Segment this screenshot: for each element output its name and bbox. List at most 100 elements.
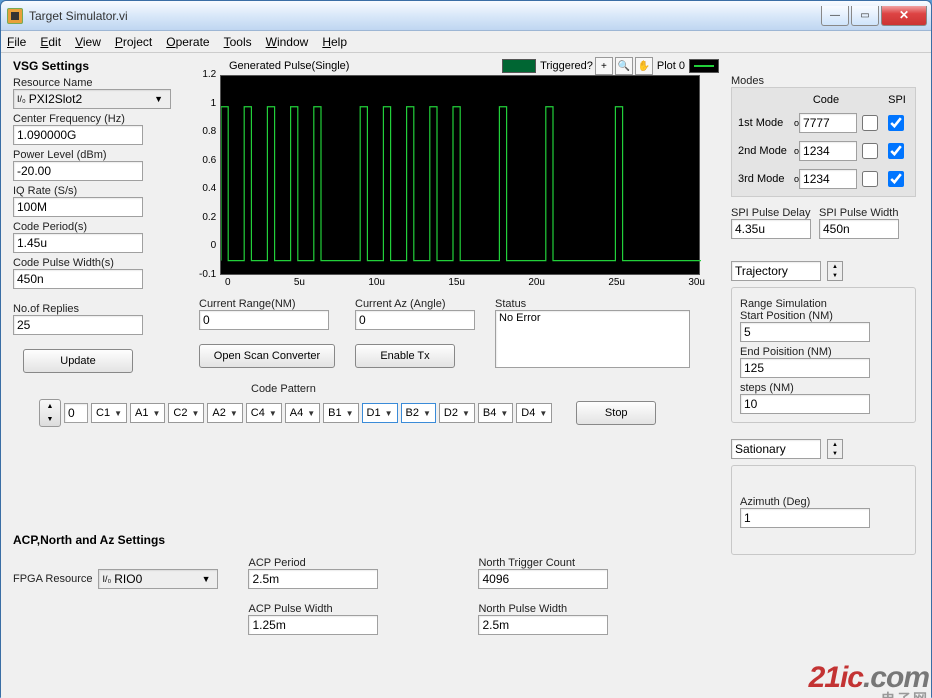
pattern-index-spinner[interactable]: ▲▼ bbox=[39, 399, 61, 427]
replies-label: No.of Replies bbox=[13, 303, 188, 315]
pattern-b1[interactable]: B1▼ bbox=[323, 403, 358, 423]
pattern-a4[interactable]: A4▼ bbox=[285, 403, 320, 423]
open-scan-converter-button[interactable]: Open Scan Converter bbox=[199, 344, 335, 368]
mode1-chk1[interactable] bbox=[862, 115, 878, 131]
pattern-b4[interactable]: B4▼ bbox=[478, 403, 513, 423]
power-level-input[interactable] bbox=[13, 161, 143, 181]
menu-file[interactable]: File bbox=[7, 35, 26, 49]
current-az-label: Current Az (Angle) bbox=[355, 298, 475, 310]
status-box: No Error bbox=[495, 310, 690, 368]
acp-period-input[interactable] bbox=[248, 569, 378, 589]
mode2-chk2[interactable] bbox=[888, 143, 904, 159]
crosshair-icon[interactable]: + bbox=[595, 57, 613, 75]
fpga-label: FPGA Resource bbox=[13, 573, 92, 585]
fpga-resource-combo[interactable]: I/₀ RIO0 ▼ bbox=[98, 569, 218, 589]
pattern-d1[interactable]: D1▼ bbox=[362, 403, 398, 423]
pattern-d4[interactable]: D4▼ bbox=[516, 403, 552, 423]
code-header: Code bbox=[794, 94, 858, 106]
menu-view[interactable]: View bbox=[75, 35, 101, 49]
mode3-code-input[interactable] bbox=[799, 169, 857, 189]
replies-input[interactable] bbox=[13, 315, 143, 335]
center-freq-input[interactable] bbox=[13, 125, 143, 145]
plot-label: Plot 0 bbox=[657, 60, 685, 72]
start-pos-input[interactable] bbox=[740, 322, 870, 342]
stop-button[interactable]: Stop bbox=[576, 401, 656, 425]
current-az-input[interactable] bbox=[355, 310, 475, 330]
pattern-c4[interactable]: C4▼ bbox=[246, 403, 282, 423]
resource-name-value: PXI2Slot2 bbox=[29, 92, 82, 106]
code-pulse-width-label: Code Pulse Width(s) bbox=[13, 257, 188, 269]
maximize-button[interactable]: ▭ bbox=[851, 6, 879, 26]
chevron-down-icon: ▼ bbox=[198, 574, 215, 584]
pattern-c1[interactable]: C1▼ bbox=[91, 403, 127, 423]
iq-rate-input[interactable] bbox=[13, 197, 143, 217]
pattern-index-input[interactable] bbox=[64, 403, 88, 423]
status-label: Status bbox=[495, 298, 690, 310]
pattern-a1[interactable]: A1▼ bbox=[130, 403, 165, 423]
acp-title: ACP,North and Az Settings bbox=[13, 533, 713, 547]
menu-operate[interactable]: Operate bbox=[166, 35, 209, 49]
steps-input[interactable] bbox=[740, 394, 870, 414]
graph-title: Generated Pulse(Single) bbox=[229, 60, 349, 72]
pattern-c2[interactable]: C2▼ bbox=[168, 403, 204, 423]
menu-help[interactable]: Help bbox=[322, 35, 347, 49]
enable-tx-button[interactable]: Enable Tx bbox=[355, 344, 455, 368]
mode2-chk1[interactable] bbox=[862, 143, 878, 159]
steps-label: steps (NM) bbox=[740, 382, 907, 394]
triggered-led bbox=[502, 59, 536, 73]
azimuth-input[interactable] bbox=[740, 508, 870, 528]
pattern-a2[interactable]: A2▼ bbox=[207, 403, 242, 423]
waveform-graph[interactable] bbox=[220, 75, 700, 275]
close-button[interactable]: ✕ bbox=[881, 6, 927, 26]
code-pulse-width-input[interactable] bbox=[13, 269, 143, 289]
trajectory-spinner[interactable]: ▲▼ bbox=[827, 261, 843, 281]
mode2-code-input[interactable] bbox=[799, 141, 857, 161]
spi-delay-input[interactable] bbox=[731, 219, 811, 239]
minimize-button[interactable]: — bbox=[821, 6, 849, 26]
resource-name-label: Resource Name bbox=[13, 77, 188, 89]
waveform-plot bbox=[221, 76, 701, 276]
update-button[interactable]: Update bbox=[23, 349, 133, 373]
menu-project[interactable]: Project bbox=[115, 35, 152, 49]
pattern-b2[interactable]: B2▼ bbox=[401, 403, 436, 423]
stationary-spinner[interactable]: ▲▼ bbox=[827, 439, 843, 459]
vsg-title: VSG Settings bbox=[13, 59, 188, 73]
north-pw-label: North Pulse Width bbox=[478, 603, 608, 615]
zoom-icon[interactable]: 🔍 bbox=[615, 57, 633, 75]
io-icon: I/₀ bbox=[102, 574, 111, 584]
hand-icon[interactable]: ✋ bbox=[635, 57, 653, 75]
code-period-label: Code Period(s) bbox=[13, 221, 188, 233]
resource-name-combo[interactable]: I/₀ PXI2Slot2 ▼ bbox=[13, 89, 171, 109]
mode3-chk2[interactable] bbox=[888, 171, 904, 187]
end-pos-input[interactable] bbox=[740, 358, 870, 378]
mode3-chk1[interactable] bbox=[862, 171, 878, 187]
menu-edit[interactable]: Edit bbox=[40, 35, 61, 49]
start-pos-label: Start Position (NM) bbox=[740, 310, 907, 322]
current-range-input[interactable] bbox=[199, 310, 329, 330]
modes-grid: CodeSPI 1st Mode o 2nd Mode o 3rd Mode o bbox=[731, 87, 916, 197]
menubar: File Edit View Project Operate Tools Win… bbox=[1, 31, 931, 53]
plot-legend-swatch[interactable] bbox=[689, 59, 719, 73]
north-pw-input[interactable] bbox=[478, 615, 608, 635]
north-trig-input[interactable] bbox=[478, 569, 608, 589]
end-pos-label: End Poisition (NM) bbox=[740, 346, 907, 358]
stationary-fieldset: Azimuth (Deg) bbox=[731, 465, 916, 555]
menu-tools[interactable]: Tools bbox=[224, 35, 252, 49]
mode1-label: 1st Mode bbox=[738, 117, 794, 129]
mode1-code-input[interactable] bbox=[799, 113, 857, 133]
watermark: 21ic.com电子网 bbox=[809, 661, 929, 698]
acp-pw-input[interactable] bbox=[248, 615, 378, 635]
spi-width-label: SPI Pulse Width bbox=[819, 207, 899, 219]
pattern-d2[interactable]: D2▼ bbox=[439, 403, 475, 423]
app-icon bbox=[7, 8, 23, 24]
north-trig-label: North Trigger Count bbox=[478, 557, 608, 569]
mode1-chk2[interactable] bbox=[888, 115, 904, 131]
power-level-label: Power Level (dBm) bbox=[13, 149, 188, 161]
stationary-selector[interactable] bbox=[731, 439, 821, 459]
range-sim-label: Range Simulation bbox=[740, 298, 907, 310]
menu-window[interactable]: Window bbox=[266, 35, 309, 49]
trajectory-selector[interactable] bbox=[731, 261, 821, 281]
spi-width-input[interactable] bbox=[819, 219, 899, 239]
center-freq-label: Center Frequency (Hz) bbox=[13, 113, 188, 125]
code-period-input[interactable] bbox=[13, 233, 143, 253]
